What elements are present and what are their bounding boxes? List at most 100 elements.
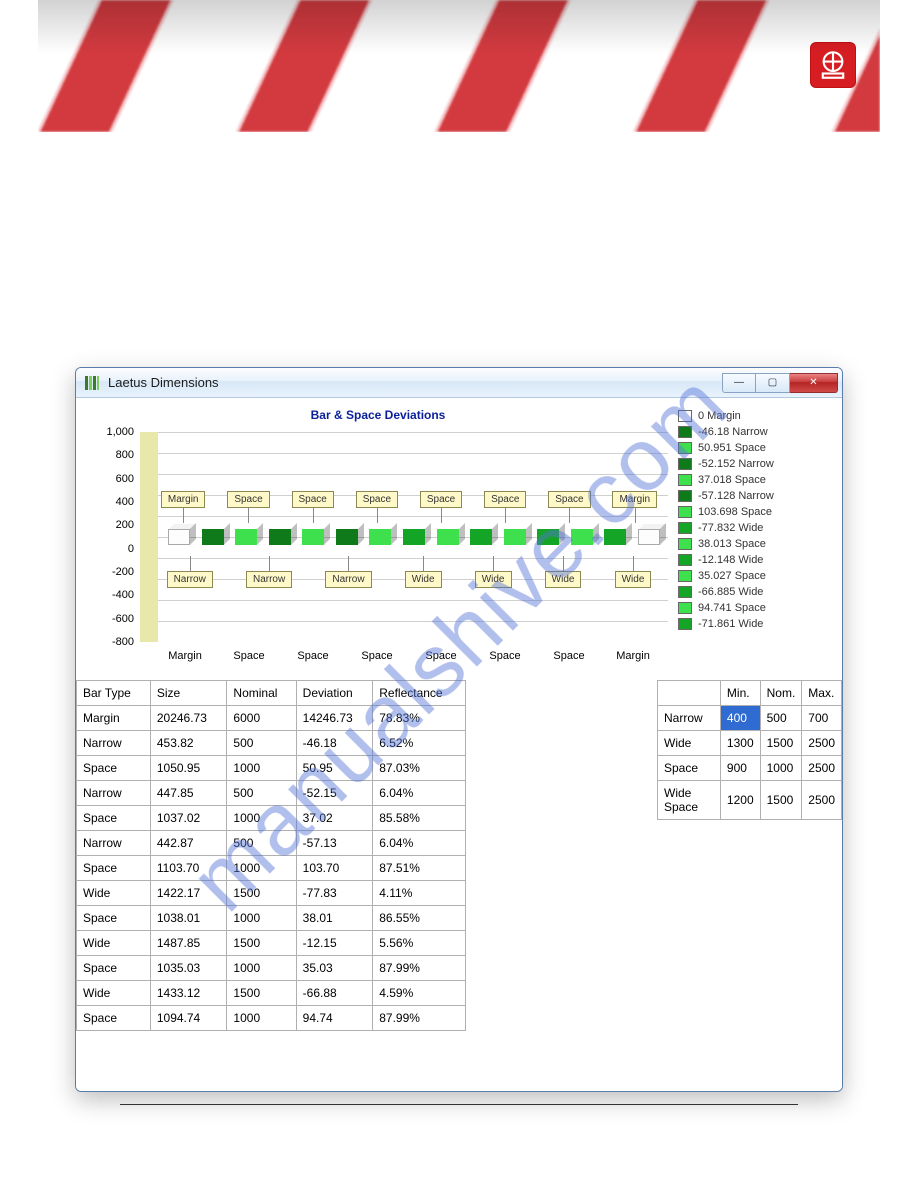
table-cell[interactable]: 900 <box>720 756 760 781</box>
table-cell: 35.03 <box>296 956 373 981</box>
chart-callout: Wide <box>475 571 512 588</box>
y-tick-label: -800 <box>112 636 134 648</box>
table-cell: Narrow <box>658 706 721 731</box>
chart-callout: Narrow <box>325 571 371 588</box>
table-cell[interactable]: 1500 <box>760 781 802 820</box>
table-cell[interactable]: 1200 <box>720 781 760 820</box>
table-cell: Space <box>77 756 151 781</box>
legend-swatch-icon <box>678 602 692 614</box>
legend-item: 94.741 Space <box>678 600 830 616</box>
y-tick-label: -400 <box>112 589 134 601</box>
table-row: Margin20246.73600014246.7378.83% <box>77 706 466 731</box>
table-cell: -66.88 <box>296 981 373 1006</box>
chart-bar <box>336 529 358 545</box>
chart-callout: Wide <box>545 571 582 588</box>
table-cell: 1000 <box>227 1006 296 1031</box>
table-cell[interactable]: 1500 <box>760 731 802 756</box>
legend-label: 103.698 Space <box>698 506 772 518</box>
table-row: Space1103.701000103.7087.51% <box>77 856 466 881</box>
minimize-button[interactable]: — <box>722 373 756 393</box>
table-cell: 87.99% <box>373 956 466 981</box>
table-cell[interactable]: 400 <box>720 706 760 731</box>
table-cell[interactable]: 2500 <box>802 781 842 820</box>
y-tick-label: 600 <box>116 473 134 485</box>
table-cell[interactable]: 1300 <box>720 731 760 756</box>
chart-bar <box>235 529 257 545</box>
window-titlebar[interactable]: Laetus Dimensions — ▢ ✕ <box>76 368 842 398</box>
x-category-label: Space <box>222 650 276 672</box>
chart-bar <box>269 529 291 545</box>
app-window: Laetus Dimensions — ▢ ✕ Bar & Space Devi… <box>75 367 843 1092</box>
legend-item: -52.152 Narrow <box>678 456 830 472</box>
chart-callout: Margin <box>612 491 657 508</box>
table-cell: Wide <box>77 881 151 906</box>
legend-label: 94.741 Space <box>698 602 766 614</box>
y-tick-label: 400 <box>116 496 134 508</box>
table-cell[interactable]: 2500 <box>802 731 842 756</box>
table-header: Nominal <box>227 681 296 706</box>
table-cell: Narrow <box>77 831 151 856</box>
x-category-label: Space <box>478 650 532 672</box>
chart-callout: Space <box>227 491 269 508</box>
table-cell: -77.83 <box>296 881 373 906</box>
table-cell[interactable]: 1000 <box>760 756 802 781</box>
table-cell: 1000 <box>227 906 296 931</box>
legend-swatch-icon <box>678 458 692 470</box>
table-cell: 1103.70 <box>150 856 227 881</box>
chart-bar <box>604 529 626 545</box>
table-cell: Space <box>658 756 721 781</box>
table-cell: 4.11% <box>373 881 466 906</box>
table-cell[interactable]: 500 <box>760 706 802 731</box>
legend-label: -12.148 Wide <box>698 554 763 566</box>
table-cell: 1487.85 <box>150 931 227 956</box>
legend-item: 38.013 Space <box>678 536 830 552</box>
table-cell: 87.51% <box>373 856 466 881</box>
legend-item: -66.885 Wide <box>678 584 830 600</box>
maximize-button[interactable]: ▢ <box>756 373 790 393</box>
table-cell: 1094.74 <box>150 1006 227 1031</box>
legend-item: 50.951 Space <box>678 440 830 456</box>
table-cell: -46.18 <box>296 731 373 756</box>
legend-label: 0 Margin <box>698 410 741 422</box>
table-cell: 6.04% <box>373 781 466 806</box>
legend-swatch-icon <box>678 586 692 598</box>
legend-swatch-icon <box>678 554 692 566</box>
legend-item: 35.027 Space <box>678 568 830 584</box>
table-cell: 6000 <box>227 706 296 731</box>
table-cell: 1037.02 <box>150 806 227 831</box>
table-cell: 447.85 <box>150 781 227 806</box>
table-cell[interactable]: 2500 <box>802 756 842 781</box>
table-cell[interactable]: 700 <box>802 706 842 731</box>
chart-callout: Space <box>292 491 334 508</box>
table-cell: 86.55% <box>373 906 466 931</box>
table-cell: 14246.73 <box>296 706 373 731</box>
legend-swatch-icon <box>678 522 692 534</box>
chart-bar <box>202 529 224 545</box>
legend-item: -57.128 Narrow <box>678 488 830 504</box>
table-cell: 1000 <box>227 956 296 981</box>
legend-label: -46.18 Narrow <box>698 426 768 438</box>
table-cell: Space <box>77 1006 151 1031</box>
table-cell: 6.52% <box>373 731 466 756</box>
legend-swatch-icon <box>678 490 692 502</box>
table-row: Narrow400500700 <box>658 706 842 731</box>
chart-bar <box>168 529 190 545</box>
x-category-label: Space <box>350 650 404 672</box>
table-header: Nom. <box>760 681 802 706</box>
x-category-label: Margin <box>158 650 212 672</box>
close-button[interactable]: ✕ <box>790 373 838 393</box>
table-row: Wide1422.171500-77.834.11% <box>77 881 466 906</box>
table-cell: Margin <box>77 706 151 731</box>
y-tick-label: -200 <box>112 566 134 578</box>
chart-callout: Narrow <box>246 571 292 588</box>
chart-callout: Wide <box>615 571 652 588</box>
chart-title: Bar & Space Deviations <box>88 408 668 422</box>
table-row: Narrow447.85500-52.156.04% <box>77 781 466 806</box>
table-cell: 85.58% <box>373 806 466 831</box>
table-cell: 1500 <box>227 981 296 1006</box>
table-row: Wide1433.121500-66.884.59% <box>77 981 466 1006</box>
legend-label: -66.885 Wide <box>698 586 763 598</box>
chart-callout: Space <box>548 491 590 508</box>
legend-label: -52.152 Narrow <box>698 458 774 470</box>
table-cell: 453.82 <box>150 731 227 756</box>
